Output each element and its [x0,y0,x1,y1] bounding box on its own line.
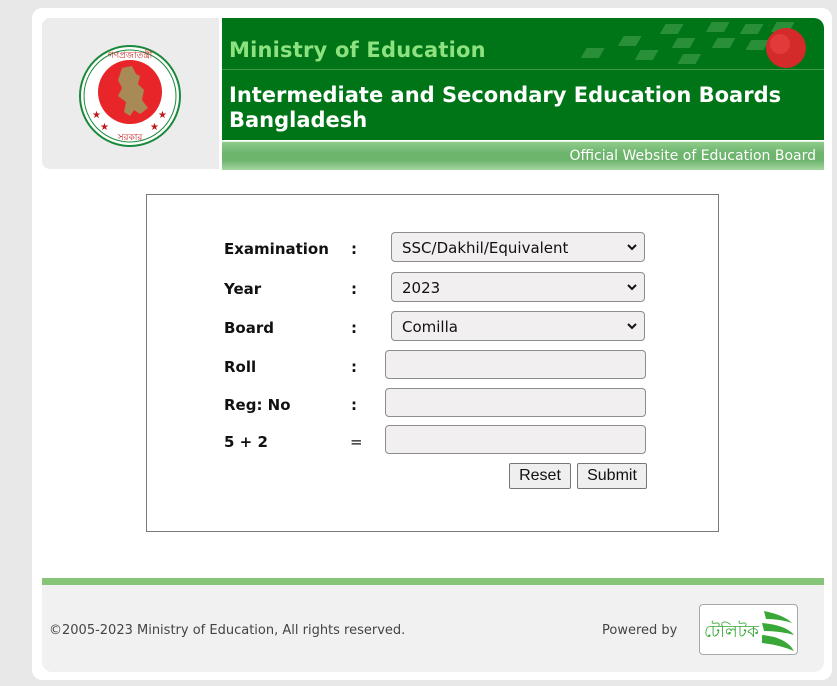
roll-row: Roll : [147,350,718,382]
svg-text:★: ★ [158,110,167,121]
reg-no-label: Reg: No [224,396,291,414]
reset-button[interactable]: Reset [509,463,571,489]
year-label: Year [224,280,262,298]
site-subtitle: Official Website of Education Board [569,148,816,164]
svg-text:★: ★ [150,122,159,133]
roll-input[interactable] [385,350,646,379]
page-container: গণপ্রজাতন্ত্রী সরকার ★ ★ ★ ★ Ministry of… [32,8,832,680]
board-value: Comilla [402,318,458,336]
reg-no-row: Reg: No : [147,388,718,420]
board-row: Board : Comilla [147,311,718,343]
powered-by-label: Powered by [602,623,678,638]
banner-divider [222,69,824,70]
roll-label: Roll [224,358,257,376]
captcha-input[interactable] [385,425,646,454]
chevron-down-icon [627,323,637,330]
site-title: Intermediate and Secondary Education Boa… [229,83,782,132]
separator: : [351,280,357,298]
board-select[interactable]: Comilla [391,311,645,341]
captcha-label: 5 + 2 [224,433,268,451]
subtitle-bar: Official Website of Education Board [222,141,824,170]
result-form: Examination : SSC/Dakhil/Equivalent Year… [146,194,719,532]
year-value: 2023 [402,279,441,297]
ministry-title: Ministry of Education [229,38,486,62]
examination-label: Examination [224,240,329,258]
footer: ©2005-2023 Ministry of Education, All ri… [42,585,824,672]
logo-panel: গণপ্রজাতন্ত্রী সরকার ★ ★ ★ ★ [42,18,219,169]
header-banner: Ministry of Education Intermediate and S… [222,18,824,140]
svg-text:টেলিটক: টেলিটক [704,621,760,642]
copyright-text: ©2005-2023 Ministry of Education, All ri… [49,623,406,638]
teletalk-icon: টেলিটক [704,611,794,651]
examination-select[interactable]: SSC/Dakhil/Equivalent [391,232,645,262]
svg-text:★: ★ [92,110,101,121]
footer-divider [42,578,824,585]
chevron-down-icon [627,284,637,291]
reg-no-input[interactable] [385,388,646,417]
chevron-down-icon [627,244,637,251]
year-row: Year : 2023 [147,272,718,304]
separator: : [351,358,357,376]
svg-text:★: ★ [100,122,109,133]
government-seal-icon: গণপ্রজাতন্ত্রী সরকার ★ ★ ★ ★ [79,45,181,147]
separator: : [351,396,357,414]
teletalk-logo[interactable]: টেলিটক [699,604,798,655]
separator: : [351,240,357,258]
captcha-row: 5 + 2 = [147,425,718,457]
separator: : [351,319,357,337]
board-label: Board [224,319,274,337]
year-select[interactable]: 2023 [391,272,645,302]
equals-sign: = [350,433,363,451]
submit-button[interactable]: Submit [577,463,647,489]
svg-text:সরকার: সরকার [117,133,144,143]
examination-value: SSC/Dakhil/Equivalent [402,239,569,257]
examination-row: Examination : SSC/Dakhil/Equivalent [147,232,718,264]
banner-decoration [580,22,806,68]
svg-text:গণপ্রজাতন্ত্রী: গণপ্রজাতন্ত্রী [108,49,153,61]
